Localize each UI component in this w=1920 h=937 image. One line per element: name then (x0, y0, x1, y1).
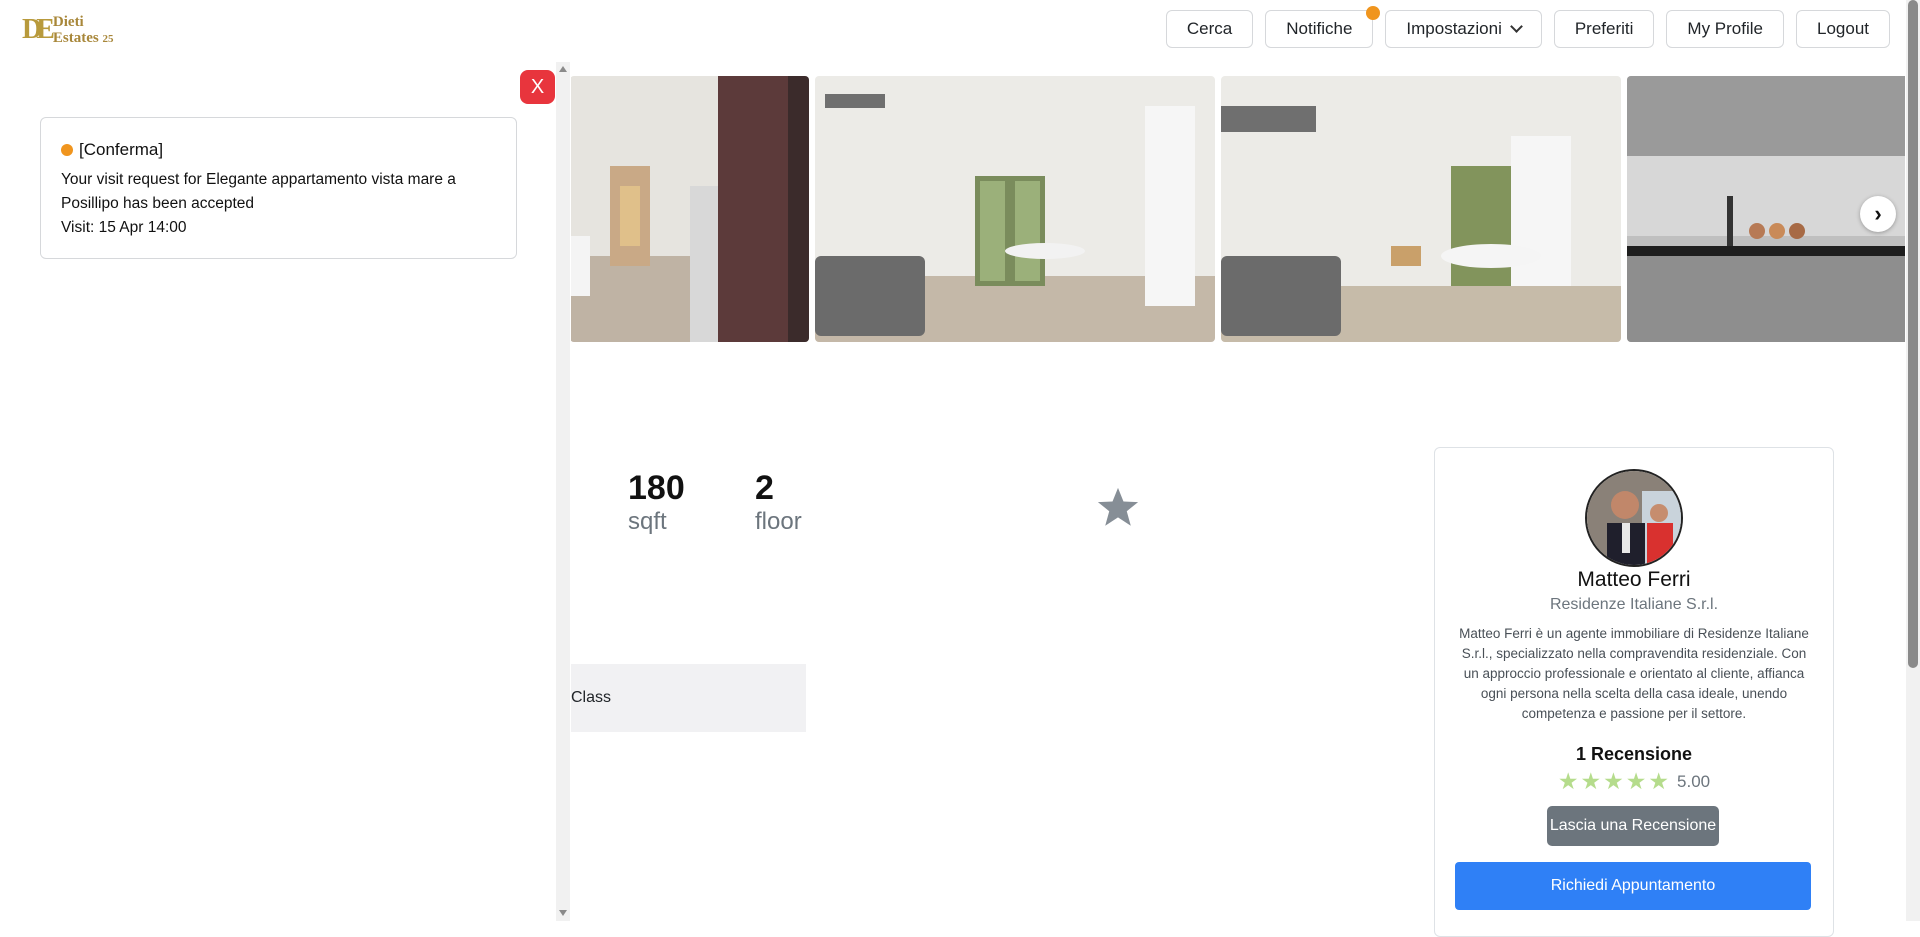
top-nav: Cerca Notifiche Impostazioni Preferiti M… (1165, 6, 1890, 48)
gallery-photo-2[interactable] (815, 76, 1215, 342)
page-scrollbar[interactable] (1906, 0, 1920, 921)
request-appointment-button[interactable]: Richiedi Appuntamento (1455, 862, 1811, 910)
logo-line1: Dieti (52, 13, 84, 30)
photo-gallery (570, 60, 1905, 362)
rating-star-icon: ★ (1625, 768, 1647, 794)
photo-2-image (815, 76, 1215, 342)
favorite-star-icon[interactable] (1096, 486, 1140, 533)
scroll-down-arrow-icon[interactable] (559, 910, 567, 916)
cerca-button[interactable]: Cerca (1165, 10, 1254, 48)
close-panel-button[interactable]: X (520, 70, 555, 104)
gallery-photo-1[interactable] (570, 76, 809, 342)
agent-rating: ★ ★ ★ ★ ★ 5.00 (1435, 768, 1833, 795)
stat-floor: 2 floor (755, 468, 802, 536)
notification-message: Your visit request for Elegante appartam… (61, 171, 456, 212)
rating-star-icon: ★ (1580, 768, 1602, 794)
my-profile-button[interactable]: My Profile (1666, 10, 1784, 48)
chevron-down-icon (1509, 20, 1523, 33)
logo-mark: DE (22, 14, 55, 45)
photo-1-image (570, 76, 809, 342)
impostazioni-label: Impostazioni (1406, 19, 1502, 38)
gallery-photo-3[interactable] (1221, 76, 1621, 342)
page-scrollbar-thumb[interactable] (1908, 0, 1918, 668)
notification-dot (1366, 6, 1381, 20)
preferiti-button[interactable]: Preferiti (1553, 10, 1655, 48)
agent-company: Residenze Italiane S.r.l. (1549, 596, 1719, 613)
logo-suffix: 25 (102, 32, 114, 45)
impostazioni-dropdown[interactable]: Impostazioni (1385, 10, 1542, 48)
photo-3-image (1221, 76, 1621, 342)
rating-star-icon: ★ (1648, 768, 1670, 794)
stat-floor-unit: floor (755, 508, 802, 535)
logo-line2: Estates (52, 29, 99, 46)
agent-card: Matteo Ferri Residenze Italiane S.r.l. M… (1434, 447, 1834, 937)
notification-title: [Conferma] (79, 140, 164, 159)
notification-visit: Visit: 15 Apr 14:00 (61, 219, 187, 236)
stat-area-unit: sqft (628, 508, 667, 535)
rating-star-icon: ★ (1557, 768, 1579, 794)
notifiche-label: Notifiche (1286, 19, 1353, 38)
agent-bio: Matteo Ferri è un agente immobiliare di … (1459, 626, 1809, 721)
stat-area-value: 180 (628, 469, 685, 507)
review-count: 1 Recensione (1575, 744, 1693, 764)
brand-logo[interactable]: DE Dieti Estates 25 (22, 12, 122, 48)
panel-scrollbar[interactable] (556, 62, 570, 921)
stat-area: 180 sqft (628, 468, 685, 536)
notification-item[interactable]: [Conferma] Your visit request for Elegan… (40, 117, 517, 259)
logout-button[interactable]: Logout (1796, 10, 1890, 48)
scroll-up-arrow-icon[interactable] (559, 66, 567, 72)
leave-review-button[interactable]: Lascia una Recensione (1547, 806, 1719, 846)
energy-class-label: Class (571, 689, 612, 706)
gallery-next-button[interactable]: › (1860, 196, 1896, 232)
unread-dot-icon (61, 144, 73, 156)
notifiche-button[interactable]: Notifiche (1265, 6, 1381, 48)
rating-star-icon: ★ (1603, 768, 1624, 794)
energy-class-row: Class (570, 664, 806, 732)
agent-avatar (1585, 469, 1683, 567)
stat-floor-value: 2 (755, 469, 774, 507)
rating-value: 5.00 (1677, 771, 1711, 791)
agent-name: Matteo Ferri (1577, 568, 1691, 591)
